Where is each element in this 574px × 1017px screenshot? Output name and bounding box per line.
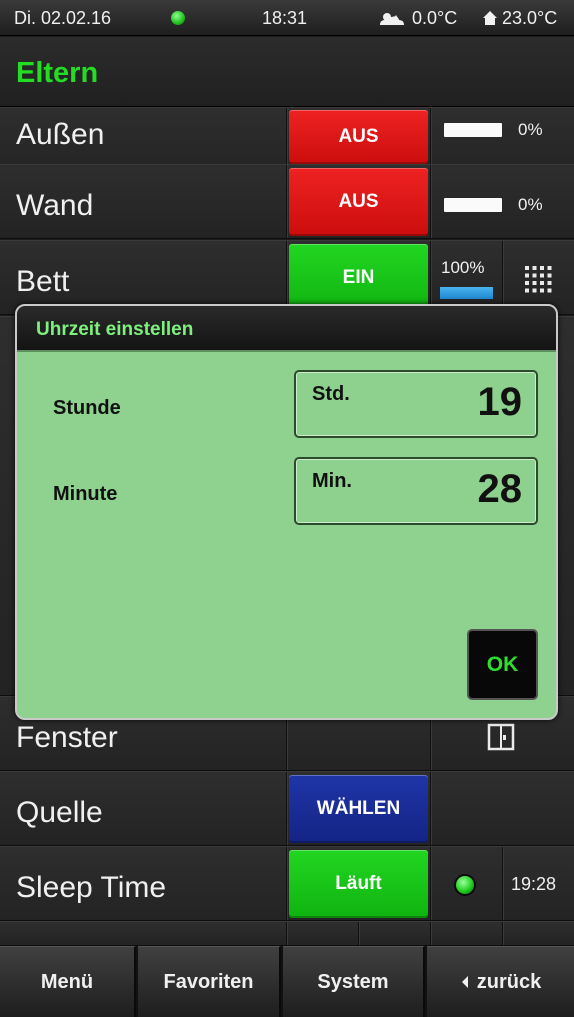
cell-divider [358,922,360,945]
row-wand: Wand AUS 0% [0,164,574,239]
weather-cloud-sun-icon [380,13,404,25]
window-icon [487,723,515,751]
bett-toggle-button[interactable]: EIN [289,244,428,312]
menu-button[interactable]: Menü [0,946,136,1017]
wand-toggle-button[interactable]: AUS [289,168,428,236]
aussen-toggle-button[interactable]: AUS [289,110,428,164]
bett-level-pct: 100% [441,258,485,277]
time-setting-dialog: Uhrzeit einstellen Stunde Std. 19 Minute… [15,304,558,720]
status-led [171,11,185,25]
row-label: Quelle [16,796,103,829]
wand-level-pct: 0% [518,195,543,214]
back-label: zurück [476,970,542,993]
cell-divider [286,772,288,845]
minute-value: 28 [477,467,523,511]
status-time: 18:31 [262,8,308,28]
row-label: Außen [16,118,105,151]
dialog-title-bar: Uhrzeit einstellen [17,306,556,352]
ok-button[interactable]: OK [467,629,538,700]
bottom-nav: Menü Favoriten System zurück [0,946,574,1017]
status-date: Di. 02.02.16 [14,8,112,28]
wand-level-bar [444,198,502,212]
favorites-button[interactable]: Favoriten [138,946,281,1017]
status-indoor-temp: 23.0°C [482,8,557,29]
hour-label: Stunde [53,397,121,419]
cell-divider [430,922,432,945]
dialog-title: Uhrzeit einstellen [36,319,194,340]
grid-dots-icon[interactable] [525,266,552,293]
row-partial [0,921,574,946]
cell-divider [286,165,288,238]
aussen-level-bar [444,123,502,137]
sleep-time-value: 19:28 [511,874,557,894]
hour-input[interactable]: Std. 19 [294,370,538,438]
system-button[interactable]: System [283,946,425,1017]
indoor-temp-value: 23.0°C [502,8,558,28]
chevron-left-icon [461,976,468,988]
row-label: Wand [16,189,94,222]
cell-divider [502,922,504,945]
quelle-select-button[interactable]: WÄHLEN [289,775,428,843]
row-sleep-time: Sleep Time Läuft 19:28 [0,846,574,921]
row-quelle: Quelle WÄHLEN [0,771,574,846]
minute-label: Minute [53,483,118,505]
row-label: Sleep Time [16,871,167,904]
row-label: Fenster [16,721,118,754]
minute-unit: Min. [312,470,352,492]
cell-divider [286,847,288,920]
cell-divider [430,165,432,238]
aussen-level-pct: 0% [518,120,543,139]
back-button[interactable]: zurück [427,946,574,1017]
row-label: Bett [16,265,70,298]
hour-unit: Std. [312,383,350,405]
cell-divider [286,922,288,945]
house-icon [483,11,497,25]
cell-divider [430,847,432,920]
room-header: Eltern [0,37,574,107]
status-outdoor-temp: 0.0°C [378,8,457,29]
cell-divider [502,847,504,920]
cell-divider [430,772,432,845]
status-bar: Di. 02.02.16 18:31 0.0°C 23.0°C [0,0,574,36]
outdoor-temp-value: 0.0°C [412,8,458,28]
sleep-time-running-button[interactable]: Läuft [289,850,428,918]
bett-level-bar [440,287,493,299]
hour-value: 19 [477,380,523,424]
page-title: Eltern [16,57,99,89]
minute-input[interactable]: Min. 28 [294,457,538,525]
sleep-status-led [456,876,474,894]
